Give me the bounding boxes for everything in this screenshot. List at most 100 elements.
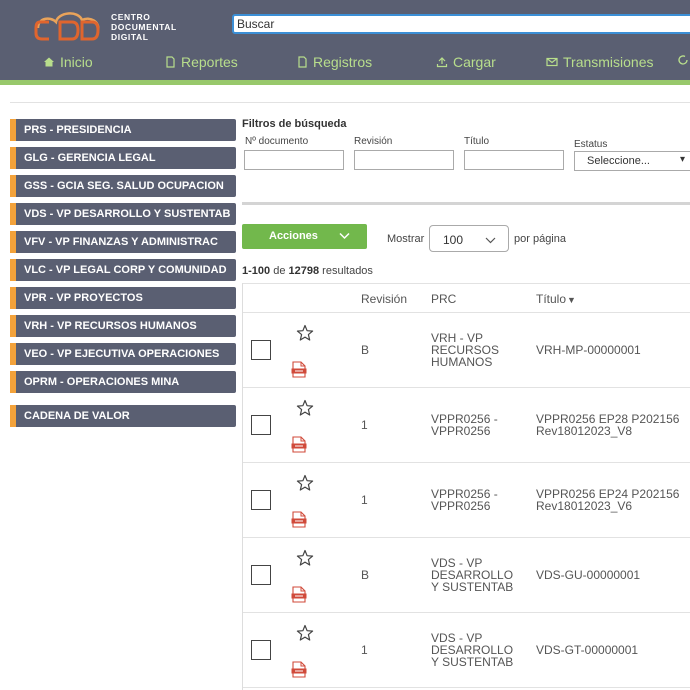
nav-item-more[interactable]: [677, 54, 689, 66]
row-checkbox[interactable]: [251, 640, 271, 660]
sidebar-item-vlc[interactable]: VLC - VP LEGAL CORP Y COMUNIDAD: [10, 259, 236, 281]
cell-titulo[interactable]: VDS-GT-00000001: [536, 644, 638, 656]
documents-table: Revisión PRC Título▼ B VRH - VP RECURSOS HU…: [242, 283, 690, 690]
sidebar-item-glg[interactable]: GLG - GERENCIA LEGAL: [10, 147, 236, 169]
cell-revision: B: [361, 343, 370, 357]
nav-label: Registros: [313, 54, 373, 70]
table-row[interactable]: 1 VPPR0256 - VPPR0256 VPPR0256 EP28 P202156…: [243, 388, 690, 463]
chevron-down-icon: [339, 232, 350, 240]
pdf-icon[interactable]: [291, 586, 307, 603]
column-header-titulo[interactable]: Título▼: [536, 292, 576, 306]
results-de: de: [273, 265, 286, 277]
estatus-value: Seleccione...: [587, 155, 650, 167]
titulo-field[interactable]: [464, 150, 564, 170]
filter-label-revision: Revisión: [354, 136, 393, 147]
sidebar-item-vds[interactable]: VDS - VP DESARROLLO Y SUSTENTAB: [10, 203, 236, 225]
row-checkbox[interactable]: [251, 490, 271, 510]
filter-label-estatus: Estatus: [574, 139, 608, 150]
table-row[interactable]: 1 VDS - VP DESARROLLO Y SUSTENTAB VDS-GT-000…: [243, 613, 690, 688]
header-accent-bar: [0, 80, 690, 85]
nav-label: Inicio: [60, 54, 93, 70]
home-icon: [44, 57, 54, 67]
cell-titulo[interactable]: VRH-MP-00000001: [536, 344, 641, 356]
cell-titulo-line: VDS-GT-00000001: [536, 643, 639, 657]
cell-titulo-line: Rev18012023_V6: [536, 499, 633, 513]
cell-revision: 1: [361, 643, 368, 657]
cell-revision: 1: [361, 418, 368, 432]
cell-titulo[interactable]: VPPR0256 EP24 P202156 Rev18012023_V6: [536, 488, 679, 512]
star-icon[interactable]: [296, 474, 314, 492]
cell-titulo[interactable]: VPPR0256 EP28 P202156 Rev18012023_V8: [536, 413, 679, 437]
sidebar-item-vrh[interactable]: VRH - VP RECURSOS HUMANOS: [10, 315, 236, 337]
sidebar-item-veo[interactable]: VEO - VP EJECUTIVA OPERACIONES: [10, 343, 236, 365]
cell-prc-line: VPPR0256: [431, 499, 491, 513]
table-row[interactable]: B VRH - VP RECURSOS HUMANOS VRH-MP-00000001: [243, 313, 690, 388]
logo-icon[interactable]: [34, 6, 104, 42]
sidebar-item-gss[interactable]: GSS - GCIA SEG. SALUD OCUPACION: [10, 175, 236, 197]
nav-item-reportes[interactable]: Reportes: [164, 54, 238, 70]
nav-label: Reportes: [181, 54, 238, 70]
logo-text: CENTRO DOCUMENTAL DIGITAL: [111, 12, 177, 42]
column-header-prc[interactable]: PRC: [431, 292, 456, 306]
cell-titulo-line: Rev18012023_V8: [536, 424, 633, 438]
cell-revision: B: [361, 568, 370, 582]
cell-prc-line: Y SUSTENTAB: [431, 580, 514, 594]
page-size-select[interactable]: 100: [429, 225, 509, 252]
sidebar-item-vpr[interactable]: VPR - VP PROYECTOS: [10, 287, 236, 309]
cell-prc: VRH - VP RECURSOS HUMANOS: [431, 332, 499, 368]
acciones-button[interactable]: Acciones: [242, 224, 367, 249]
star-icon[interactable]: [296, 549, 314, 567]
pdf-icon[interactable]: [291, 361, 307, 378]
pdf-icon[interactable]: [291, 511, 307, 528]
estatus-select[interactable]: Seleccione... ▾: [574, 151, 690, 171]
cell-prc: VDS - VP DESARROLLO Y SUSTENTAB: [431, 632, 513, 668]
cell-prc: VPPR0256 - VPPR0256: [431, 488, 498, 512]
row-checkbox[interactable]: [251, 415, 271, 435]
titulo-header-label: Título: [536, 292, 567, 306]
cell-prc: VDS - VP DESARROLLO Y SUSTENTAB: [431, 557, 513, 593]
sidebar-item-vfv[interactable]: VFV - VP FINANZAS Y ADMINISTRAC: [10, 231, 236, 253]
sidebar-item-prs[interactable]: PRS - PRESIDENCIA: [10, 119, 236, 141]
results-suffix: resultados: [322, 265, 373, 277]
cell-titulo-line: VRH-MP-00000001: [536, 343, 641, 357]
divider: [10, 102, 690, 103]
table-row[interactable]: 1 VPPR0256 - VPPR0256 VPPR0256 EP24 P202156…: [243, 463, 690, 538]
table-row[interactable]: B VDS - VP DESARROLLO Y SUSTENTAB VDS-GU-000…: [243, 538, 690, 613]
star-icon[interactable]: [296, 399, 314, 417]
nav-label: Cargar: [453, 54, 496, 70]
results-total: 12798: [288, 265, 320, 277]
nav-item-transmisiones[interactable]: Transmisiones: [546, 54, 654, 70]
row-checkbox[interactable]: [251, 565, 271, 585]
sort-descending-icon: ▼: [567, 295, 576, 305]
main-nav: Inicio Reportes Registros Cargar Transmi…: [0, 50, 690, 76]
cell-revision: 1: [361, 493, 368, 507]
star-icon[interactable]: [296, 324, 314, 342]
search-input[interactable]: [232, 14, 690, 34]
logo-line: DOCUMENTAL: [111, 22, 177, 32]
results-count: 1-100 de 12798 resultados: [242, 265, 373, 277]
results-range: 1-100: [242, 265, 271, 277]
logo-line: CENTRO: [111, 12, 151, 22]
nav-item-cargar[interactable]: Cargar: [436, 54, 496, 70]
table-header: Revisión PRC Título▼: [243, 283, 690, 313]
page-size-value: 100: [443, 233, 464, 247]
column-header-revision[interactable]: Revisión: [361, 292, 407, 306]
sidebar-item-oprm[interactable]: OPRM - OPERACIONES MINA: [10, 371, 236, 393]
cell-titulo[interactable]: VDS-GU-00000001: [536, 569, 640, 581]
row-checkbox[interactable]: [251, 340, 271, 360]
cell-prc-line: VPPR0256: [431, 424, 491, 438]
logo-line: DIGITAL: [111, 32, 149, 42]
app-header: CENTRO DOCUMENTAL DIGITAL Inicio Reporte…: [0, 0, 690, 80]
pdf-icon[interactable]: [291, 436, 307, 453]
chevron-down-icon: ▾: [679, 154, 685, 165]
pdf-icon[interactable]: [291, 661, 307, 678]
cell-prc-line: HUMANOS: [431, 355, 493, 369]
sidebar-item-cadena-de-valor[interactable]: CADENA DE VALOR: [10, 405, 236, 427]
star-icon[interactable]: [296, 624, 314, 642]
nav-item-inicio[interactable]: Inicio: [43, 54, 93, 70]
revision-field[interactable]: [354, 150, 454, 170]
numero-documento-field[interactable]: [244, 150, 344, 170]
chevron-down-icon: [485, 237, 496, 244]
acciones-label: Acciones: [269, 230, 318, 242]
nav-item-registros[interactable]: Registros: [296, 54, 372, 70]
